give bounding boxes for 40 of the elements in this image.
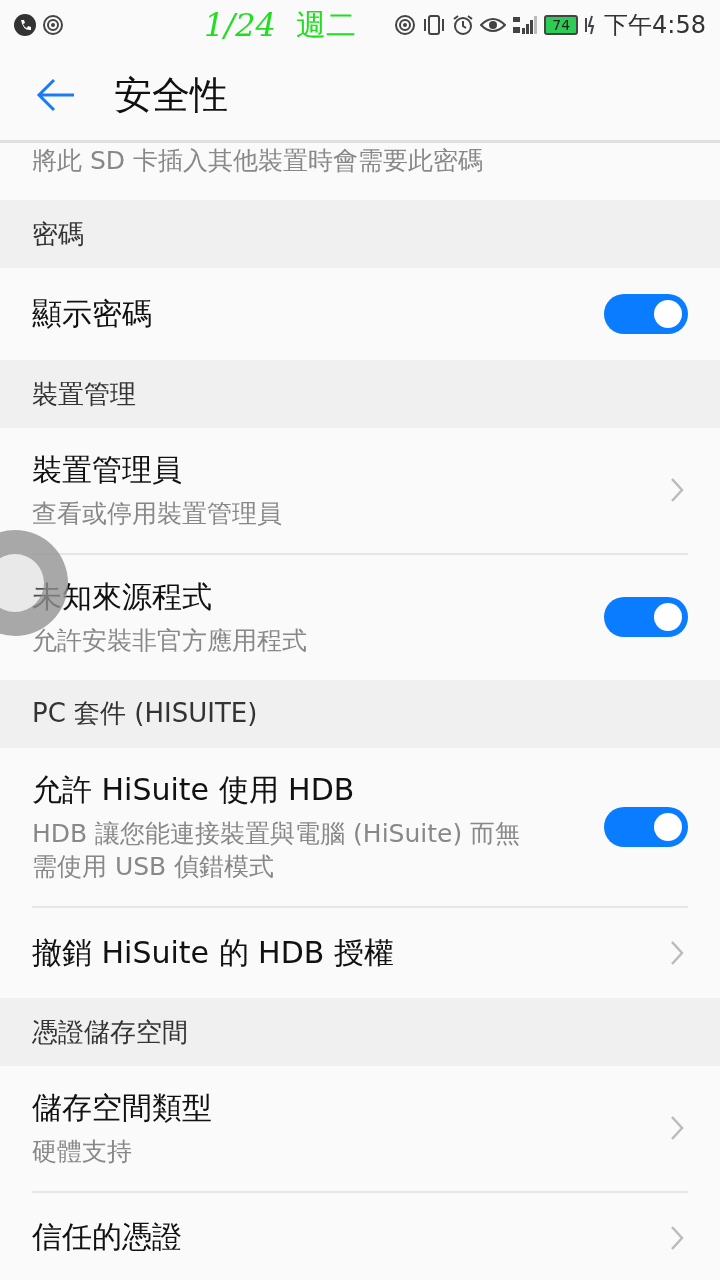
section-header: 密碼 xyxy=(0,200,720,268)
chevron-right-icon xyxy=(670,1115,684,1142)
hotspot-icon xyxy=(42,14,64,36)
chevron-right-icon xyxy=(670,1224,684,1251)
status-weekday: 週二 xyxy=(295,5,356,44)
setting-title: 儲存空間類型 xyxy=(32,1089,213,1127)
toggle-switch[interactable] xyxy=(604,806,688,847)
alarm-icon xyxy=(452,14,475,36)
setting-title: 裝置管理員 xyxy=(32,451,183,489)
status-time: 下午4:58 xyxy=(604,10,706,41)
setting-description: 查看或停用裝置管理員 xyxy=(32,498,283,530)
signal-icon xyxy=(512,14,539,36)
setting-title: 允許 HiSuite 使用 HDB xyxy=(32,770,356,809)
settings-row[interactable]: 儲存空間類型 硬體支持 xyxy=(32,1066,688,1191)
back-arrow-icon[interactable] xyxy=(36,78,76,112)
setting-title: 未知來源程式 xyxy=(32,577,213,616)
section-header: 裝置管理 xyxy=(0,360,720,428)
page-title: 安全性 xyxy=(114,71,228,119)
setting-title: 信任的憑證 xyxy=(32,1218,183,1257)
setting-description: 將此 SD 卡插入其他裝置時會需要此密碼 xyxy=(32,144,484,177)
chevron-right-icon xyxy=(670,940,684,966)
settings-row[interactable]: 允許 HiSuite 使用 HDB HDB 讓您能連接裝置與電腦 (HiSuite) 而無需使用 USB 偵錯模式 xyxy=(32,747,688,906)
settings-row[interactable]: 顯示密碼 xyxy=(32,268,688,360)
setting-description: HDB 讓您能連接裝置與電腦 (HiSuite) 而無需使用 USB 偵錯模式 xyxy=(32,817,522,884)
toggle-switch[interactable] xyxy=(604,597,688,638)
battery-indicator: 74 xyxy=(544,15,579,35)
settings-row[interactable]: 裝置管理員 查看或停用裝置管理員 xyxy=(32,428,688,553)
setting-title: 撤銷 HiSuite 的 HDB 授權 xyxy=(32,933,395,972)
setting-description: 硬體支持 xyxy=(32,1136,133,1168)
setting-title: 顯示密碼 xyxy=(32,294,153,333)
hotspot-icon xyxy=(394,14,417,36)
setting-description: 允許安裝非官方應用程式 xyxy=(32,624,308,657)
status-date: 1/24 xyxy=(204,6,276,44)
vibrate-icon xyxy=(422,14,447,36)
section-header: PC 套件 (HISUITE) xyxy=(0,679,720,748)
settings-row[interactable]: 信任的憑證 xyxy=(32,1190,688,1280)
chevron-right-icon xyxy=(670,477,684,504)
toggle-switch[interactable] xyxy=(604,294,688,334)
phone-icon xyxy=(14,14,36,36)
section-header: 憑證儲存空間 xyxy=(0,998,720,1066)
